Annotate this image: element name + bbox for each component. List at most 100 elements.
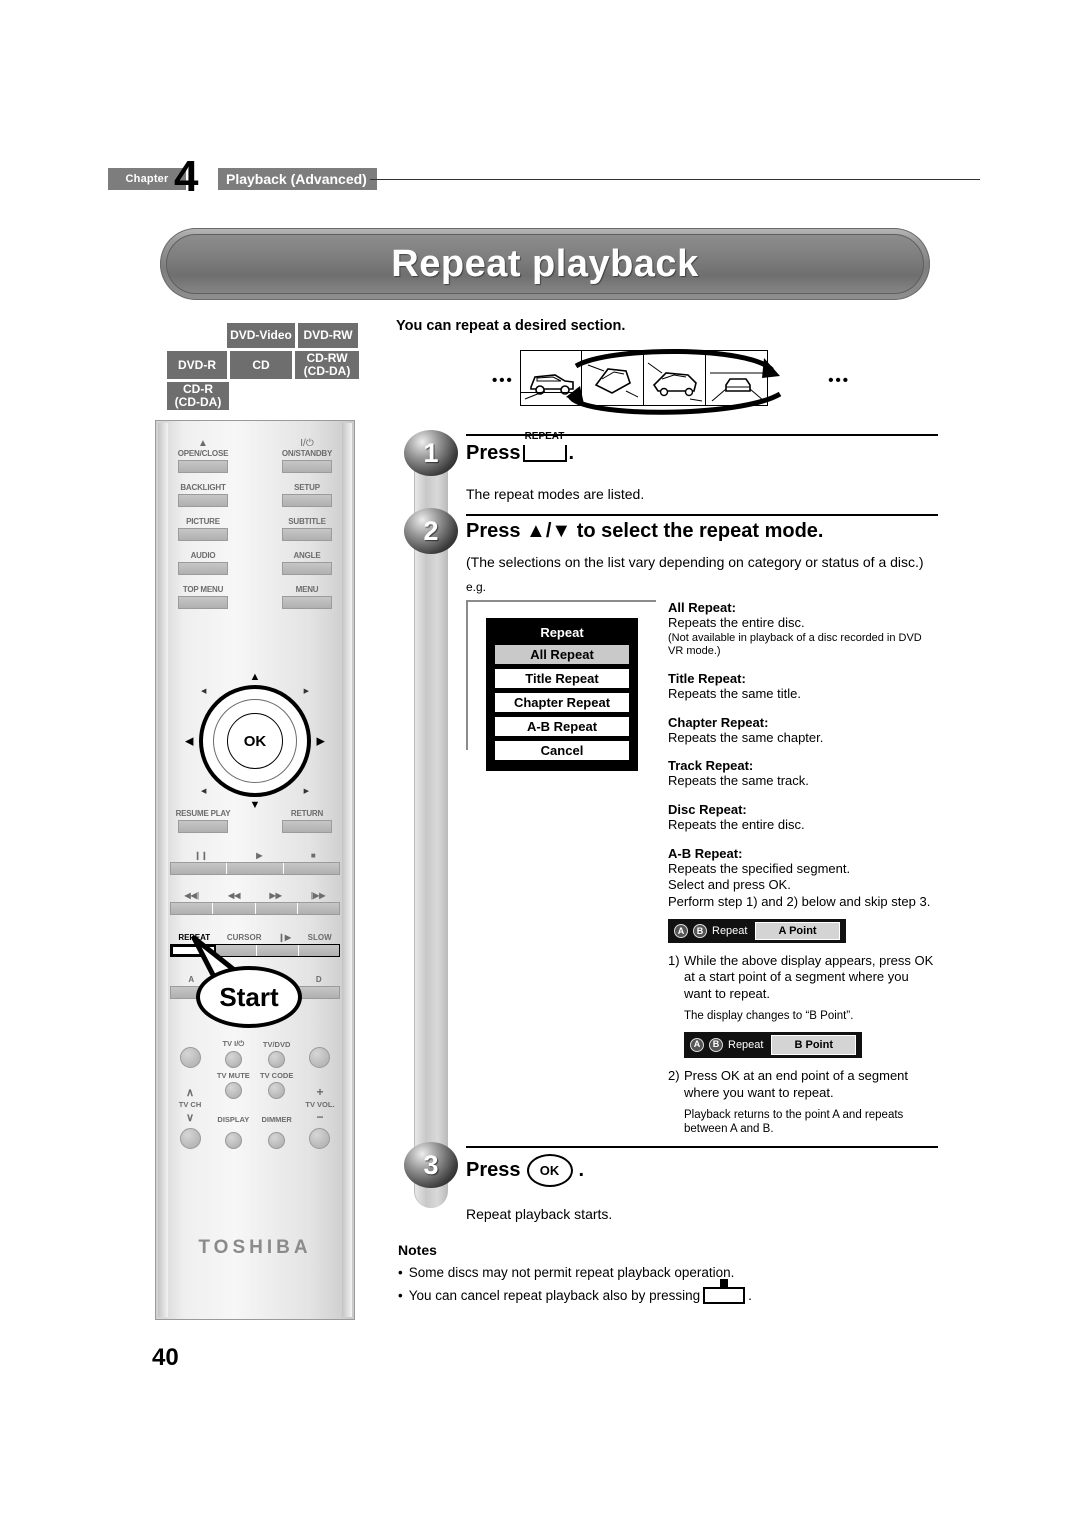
eject-icon: ▲ xyxy=(198,438,208,449)
remote-key[interactable] xyxy=(282,528,332,541)
tv-row-4: ∨ DISPLAY DIMMER − xyxy=(170,1110,340,1124)
osd-menu-item-chapter-repeat[interactable]: Chapter Repeat xyxy=(494,692,630,713)
remote-key[interactable] xyxy=(178,820,228,833)
desc-text-all-repeat: Repeats the entire disc. xyxy=(668,615,805,630)
tv-ch-down-dot[interactable] xyxy=(179,1128,201,1149)
osd-menu-item-all-repeat[interactable]: All Repeat xyxy=(494,644,630,665)
remote-button-tv-code[interactable]: TV CODE xyxy=(257,1071,297,1099)
remote-top-buttons: ▲ OPEN/CLOSE I/⏻ ON/STANDBY BACKLIGHT SE… xyxy=(170,439,340,619)
remote-button-open-close[interactable]: ▲ OPEN/CLOSE xyxy=(170,439,236,473)
remote-key-skip-forward[interactable] xyxy=(298,903,339,914)
step-3-subtext: Repeat playback starts. xyxy=(466,1206,613,1222)
osd-menu-item-cancel[interactable]: Cancel xyxy=(494,740,630,761)
remote-button-dimmer-key[interactable] xyxy=(257,1130,297,1149)
remote-button-setup[interactable]: SETUP xyxy=(274,483,340,507)
osd-menu-item-ab-repeat[interactable]: A-B Repeat xyxy=(494,716,630,737)
remote-button-backlight[interactable]: BACKLIGHT xyxy=(170,483,236,507)
remote-button-resume-play[interactable]: RESUME PLAY xyxy=(170,809,236,833)
remote-key-skip-back[interactable] xyxy=(171,903,214,914)
remote-key-play[interactable] xyxy=(227,863,284,874)
arrow-up-icon[interactable]: ▲ xyxy=(250,671,261,683)
remote-button-tv-vol-up[interactable] xyxy=(300,1045,340,1068)
remote-button-angle[interactable]: ANGLE xyxy=(274,551,340,575)
remote-button-display[interactable]: DISPLAY xyxy=(213,1115,253,1124)
tv-power-dot[interactable] xyxy=(224,1051,242,1068)
arrow-left-icon[interactable]: ◀ xyxy=(185,735,193,748)
remote-dpad[interactable]: OK ▲ ▼ ◀ ▶ ◀ ▶ ◀ ▶ xyxy=(185,671,325,811)
tv-vol-up-dot[interactable] xyxy=(309,1047,331,1068)
remote-row-audio-angle: AUDIO ANGLE xyxy=(170,551,340,575)
tv-mute-dot[interactable] xyxy=(224,1082,242,1099)
arrow-downleft-icon: ◀ xyxy=(201,788,207,795)
remote-key[interactable] xyxy=(282,460,332,473)
tv-mute-label: TV MUTE xyxy=(216,1071,250,1080)
remote-button-on-standby[interactable]: I/⏻ ON/STANDBY xyxy=(274,439,340,473)
chapter-rule xyxy=(370,179,980,180)
step-1-head-suffix: . xyxy=(568,442,575,464)
road-line xyxy=(521,392,581,393)
remote-key[interactable] xyxy=(178,596,228,609)
tv-vol-down-dot[interactable] xyxy=(309,1128,331,1149)
remote-transport-row-2: ◀◀| ◀◀ ▶▶ |▶▶ xyxy=(170,891,340,915)
badge-cd-rw: CD-RW (CD-DA) xyxy=(294,350,360,380)
remote-button-tv-power[interactable]: TV I/⏻ xyxy=(213,1039,253,1068)
remote-button-subtitle[interactable]: SUBTITLE xyxy=(274,517,340,541)
chapter-header: Chapter 4 Playback (Advanced) xyxy=(108,155,980,199)
remote-key-pause[interactable] xyxy=(171,863,228,874)
arrow-right-icon[interactable]: ▶ xyxy=(317,735,325,748)
remote-key-stop[interactable] xyxy=(284,863,339,874)
remote-button-picture[interactable]: PICTURE xyxy=(170,517,236,541)
remote-key[interactable] xyxy=(282,494,332,507)
osd-menu-item-title-repeat[interactable]: Title Repeat xyxy=(494,668,630,689)
film-frame-3 xyxy=(644,350,706,406)
tv-code-dot[interactable] xyxy=(268,1082,286,1099)
remote-key[interactable] xyxy=(178,494,228,507)
remote-button-tv-ch-down[interactable] xyxy=(170,1126,210,1149)
remote-key-rewind[interactable] xyxy=(213,903,256,914)
note-item-1: • Some discs may not permit repeat playb… xyxy=(398,1265,938,1280)
remote-button-top-menu[interactable]: TOP MENU xyxy=(170,585,236,609)
page-title-banner: Repeat playback xyxy=(160,228,930,300)
repeat-section-illustration: ••• ••• xyxy=(492,348,848,415)
desc-term-ab-repeat: A-B Repeat: xyxy=(668,845,743,861)
remote-key[interactable] xyxy=(282,596,332,609)
remote-key[interactable] xyxy=(282,562,332,575)
transport-row-1-keys[interactable] xyxy=(170,862,340,875)
notes-section: Notes • Some discs may not permit repeat… xyxy=(398,1242,938,1304)
remote-key[interactable] xyxy=(282,820,332,833)
remote-key[interactable] xyxy=(178,562,228,575)
step-3-rule xyxy=(466,1146,938,1148)
filmstrip-dots-left: ••• xyxy=(492,372,514,389)
remote-key[interactable] xyxy=(178,528,228,541)
desc-text-chapter-repeat: Repeats the same chapter. xyxy=(668,729,824,745)
remote-row-power: ▲ OPEN/CLOSE I/⏻ ON/STANDBY xyxy=(170,439,340,473)
remote-button-menu[interactable]: MENU xyxy=(274,585,340,609)
remote-button-dimmer[interactable]: DIMMER xyxy=(257,1115,297,1124)
chapter-number: 4 xyxy=(174,152,199,201)
display-dot[interactable] xyxy=(224,1132,242,1149)
tv-ch-up-dot[interactable] xyxy=(179,1047,201,1068)
remote-button-display-key[interactable] xyxy=(213,1130,253,1149)
remote-button-return[interactable]: RETURN xyxy=(274,809,340,833)
ab-step-2-number: 2) xyxy=(668,1067,680,1083)
remote-button-tv-vol-down[interactable] xyxy=(300,1126,340,1149)
step-3-head-prefix: Press xyxy=(466,1159,521,1181)
remote-button-audio[interactable]: AUDIO xyxy=(170,551,236,575)
step-2-heading: Press ▲/▼ to select the repeat mode. xyxy=(466,520,824,542)
tv-dvd-dot[interactable] xyxy=(268,1051,286,1068)
remote-key[interactable] xyxy=(178,460,228,473)
badge-cd-r: CD-R (CD-DA) xyxy=(166,381,230,411)
remote-button-ok[interactable]: OK xyxy=(227,713,283,769)
play-icon: ▶ xyxy=(256,851,263,860)
remote-button-tv-mute[interactable]: TV MUTE xyxy=(213,1071,253,1099)
remote-body: ▲ OPEN/CLOSE I/⏻ ON/STANDBY BACKLIGHT SE… xyxy=(170,427,340,1313)
ab-step-2-note: Playback returns to the point A and repe… xyxy=(684,1108,904,1135)
manual-page: Chapter 4 Playback (Advanced) Repeat pla… xyxy=(0,0,1080,1528)
tv-ch-label: TV CH xyxy=(178,1100,202,1109)
remote-button-tv-ch-up[interactable] xyxy=(170,1045,210,1068)
transport-row-2-keys[interactable] xyxy=(170,902,340,915)
remote-button-tv-dvd[interactable]: TV/DVD xyxy=(257,1040,297,1068)
remote-key-fast-forward[interactable] xyxy=(256,903,298,914)
dimmer-dot[interactable] xyxy=(268,1132,286,1149)
tv-row-1: TV I/⏻ TV/DVD xyxy=(170,1039,340,1068)
